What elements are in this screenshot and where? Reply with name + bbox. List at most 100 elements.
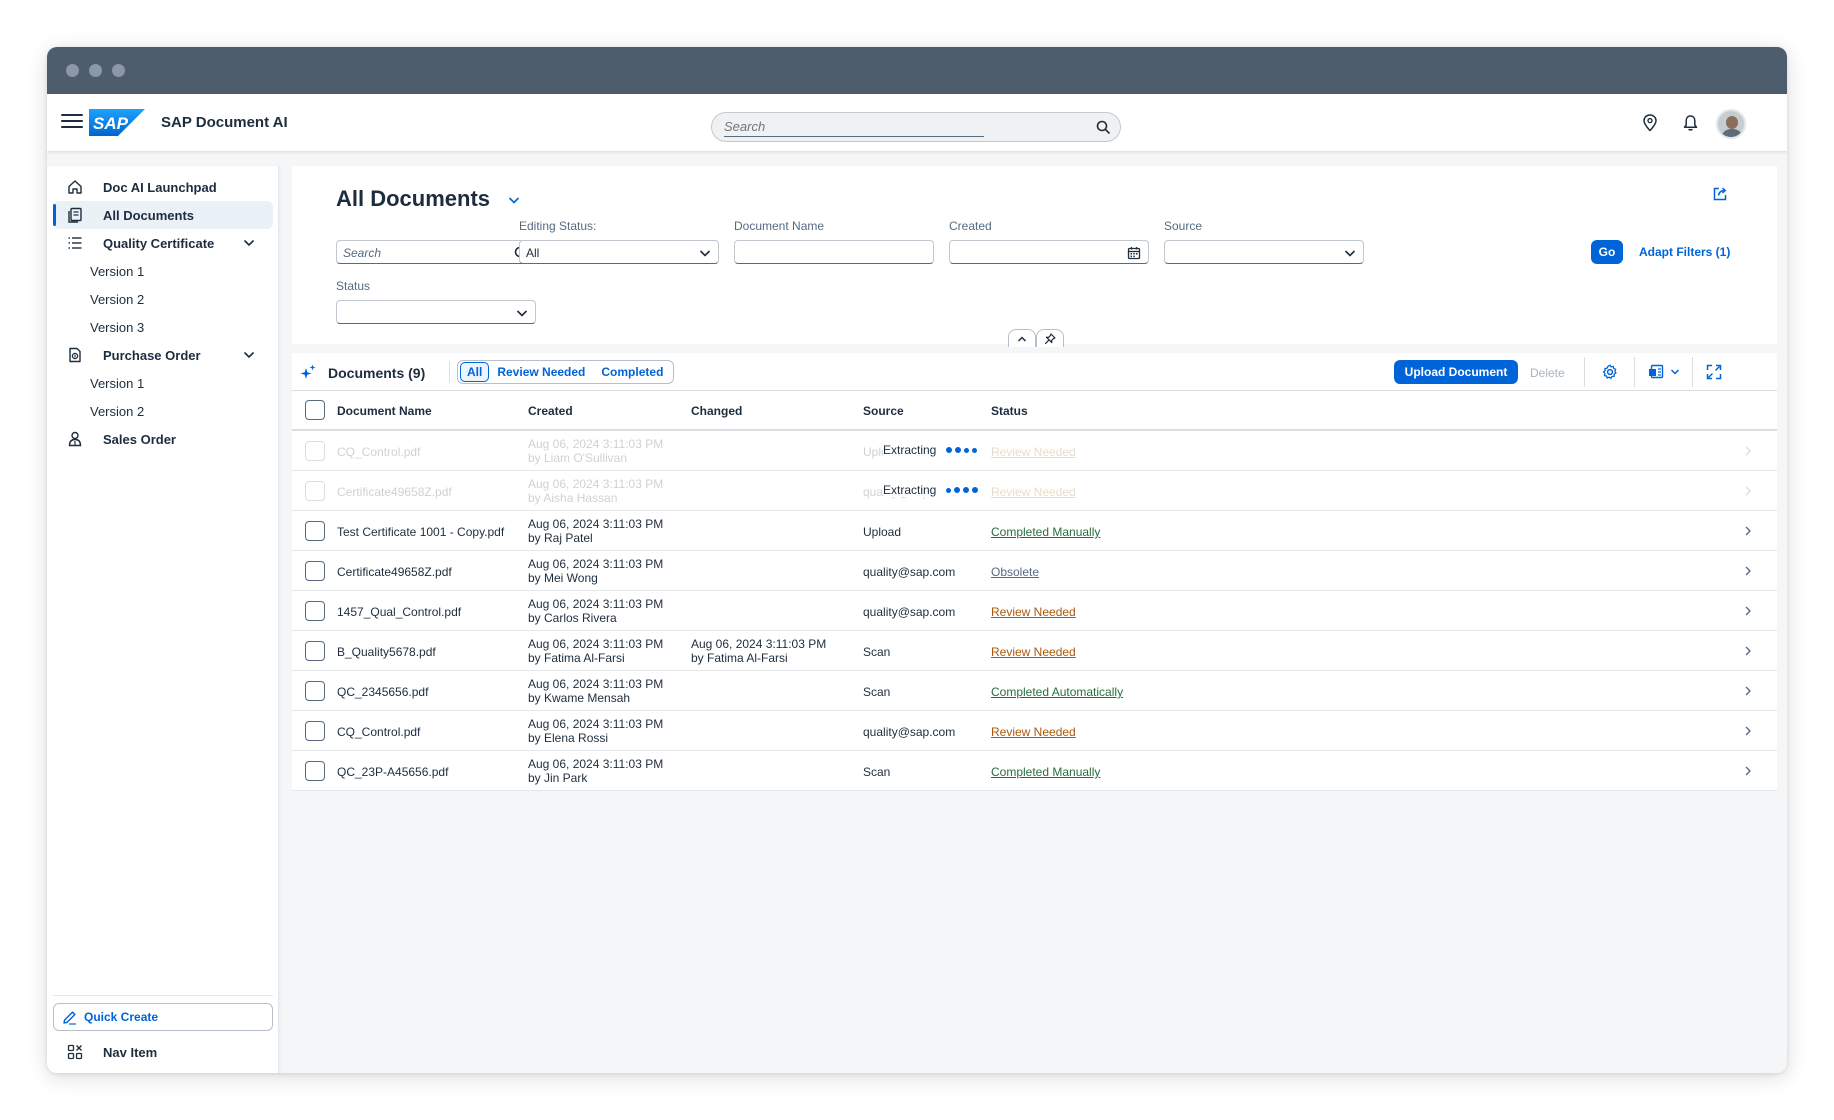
row-checkbox[interactable] (305, 641, 325, 661)
status-link[interactable]: Completed Automatically (991, 685, 1123, 699)
quick-create-button[interactable]: Quick Create (53, 1003, 273, 1031)
nav-item-po-version-1[interactable]: Version 1 (47, 369, 279, 397)
created-date-cell: Aug 06, 2024 3:11:03 PM (528, 477, 664, 491)
column-header-created[interactable]: Created (528, 404, 573, 418)
nav-item-doc-ai-launchpad[interactable]: Doc AI Launchpad (47, 173, 279, 201)
column-header-status[interactable]: Status (991, 404, 1028, 418)
nav-item-purchase-order[interactable]: Purchase Order (47, 341, 279, 369)
table-row[interactable]: Test Certificate 1001 - Copy.pdf Aug 06, … (292, 511, 1777, 551)
nav-item-nav-item[interactable]: Nav Item (47, 1038, 279, 1066)
status-link[interactable]: Review Needed (991, 485, 1076, 499)
row-checkbox[interactable] (305, 761, 325, 781)
chevron-right-icon[interactable] (1744, 525, 1752, 537)
user-avatar[interactable] (1716, 109, 1746, 139)
status-link[interactable]: Completed Manually (991, 765, 1100, 779)
table-row[interactable]: QC_23P-A45656.pdf Aug 06, 2024 3:11:03 PM… (292, 751, 1777, 791)
share-icon[interactable] (1712, 186, 1728, 202)
source-select[interactable] (1164, 240, 1364, 264)
chevron-down-icon[interactable] (1670, 368, 1680, 376)
collapse-header-button[interactable] (1008, 329, 1036, 347)
column-header-changed[interactable]: Changed (691, 404, 742, 418)
column-header-document-name[interactable]: Document Name (337, 404, 432, 418)
export-spreadsheet-icon[interactable] (1648, 364, 1664, 380)
chevron-right-icon[interactable] (1744, 445, 1752, 457)
menu-icon[interactable] (61, 110, 83, 134)
table-row[interactable]: Certificate49658Z.pdf Aug 06, 2024 3:11:0… (292, 471, 1777, 511)
shell-search-field[interactable] (711, 112, 1121, 142)
table-row[interactable]: QC_2345656.pdf Aug 06, 2024 3:11:03 PM by … (292, 671, 1777, 711)
status-link[interactable]: Completed Manually (991, 525, 1100, 539)
row-checkbox[interactable] (305, 561, 325, 581)
chevron-right-icon[interactable] (1744, 685, 1752, 697)
created-date-input[interactable] (949, 240, 1149, 264)
notification-bell-icon[interactable] (1683, 114, 1698, 132)
shell-search-input[interactable] (724, 117, 984, 137)
table-row[interactable]: Certificate49658Z.pdf Aug 06, 2024 3:11:0… (292, 551, 1777, 591)
nav-item-qc-version-2[interactable]: Version 2 (47, 285, 279, 313)
window-close-dot[interactable] (66, 64, 79, 77)
segment-completed[interactable]: Completed (593, 362, 671, 382)
nav-item-quality-certificate[interactable]: Quality Certificate (47, 229, 279, 257)
table-row[interactable]: B_Quality5678.pdf Aug 06, 2024 3:11:03 PM… (292, 631, 1777, 671)
nav-item-qc-version-1[interactable]: Version 1 (47, 257, 279, 285)
document-name-input[interactable] (734, 240, 934, 264)
table-row[interactable]: CQ_Control.pdf Aug 06, 2024 3:11:03 PM by … (292, 711, 1777, 751)
adapt-filters-button[interactable]: Adapt Filters (1) (1639, 245, 1730, 259)
fullscreen-icon[interactable] (1706, 364, 1722, 380)
nav-item-po-version-2[interactable]: Version 2 (47, 397, 279, 425)
status-link[interactable]: Review Needed (991, 645, 1076, 659)
status-link[interactable]: Review Needed (991, 445, 1076, 459)
filter-search-input[interactable]: Search (336, 240, 536, 264)
chevron-right-icon[interactable] (1744, 765, 1752, 777)
status-cell: Completed Automatically (991, 685, 1123, 699)
purchase-order-icon (69, 347, 81, 363)
row-checkbox[interactable] (305, 601, 325, 621)
chevron-right-icon[interactable] (1744, 565, 1752, 577)
table-row[interactable]: CQ_Control.pdf Aug 06, 2024 3:11:03 PM by … (292, 431, 1777, 471)
extracting-label: Extracting (883, 443, 937, 457)
status-cell: Review Needed (991, 725, 1076, 739)
search-icon[interactable] (1096, 120, 1110, 134)
table-row[interactable]: 1457_Qual_Control.pdf Aug 06, 2024 3:11:0… (292, 591, 1777, 631)
window-maximize-dot[interactable] (112, 64, 125, 77)
nav-label: Version 1 (90, 263, 145, 279)
select-all-checkbox[interactable] (305, 400, 325, 420)
chevron-up-icon (1017, 335, 1027, 342)
nav-item-sales-order[interactable]: Sales Order (47, 425, 279, 453)
chevron-right-icon[interactable] (1744, 725, 1752, 737)
chevron-right-icon[interactable] (1744, 645, 1752, 657)
status-select[interactable] (336, 300, 536, 324)
segment-review-needed[interactable]: Review Needed (489, 362, 593, 382)
settings-gear-icon[interactable] (1602, 364, 1618, 380)
status-link[interactable]: Review Needed (991, 725, 1076, 739)
row-checkbox[interactable] (305, 521, 325, 541)
row-checkbox[interactable] (305, 441, 325, 461)
row-checkbox[interactable] (305, 681, 325, 701)
chevron-down-icon[interactable] (243, 350, 255, 360)
status-link[interactable]: Obsolete (991, 565, 1039, 579)
extracting-indicator: Extracting (883, 483, 979, 497)
nav-item-all-documents[interactable]: All Documents (47, 201, 279, 229)
upload-document-button[interactable]: Upload Document (1394, 360, 1518, 384)
calendar-icon[interactable] (1127, 246, 1141, 260)
row-checkbox[interactable] (305, 721, 325, 741)
nav-label: Quality Certificate (103, 235, 215, 251)
pin-header-button[interactable] (1036, 329, 1064, 347)
nav-item-qc-version-3[interactable]: Version 3 (47, 313, 279, 341)
chevron-right-icon[interactable] (1744, 485, 1752, 497)
location-pin-icon[interactable] (1642, 114, 1658, 132)
chevron-down-icon[interactable] (508, 196, 520, 205)
chevron-right-icon[interactable] (1744, 605, 1752, 617)
segment-all[interactable]: All (460, 362, 490, 382)
status-link[interactable]: Review Needed (991, 605, 1076, 619)
chevron-down-icon[interactable] (243, 238, 255, 248)
go-button[interactable]: Go (1591, 240, 1623, 264)
column-header-source[interactable]: Source (863, 404, 904, 418)
window-minimize-dot[interactable] (89, 64, 102, 77)
row-checkbox[interactable] (305, 481, 325, 501)
created-by-cell: by Elena Rossi (528, 731, 609, 745)
delete-button[interactable]: Delete (1530, 366, 1565, 380)
editing-status-select[interactable]: All (519, 240, 719, 264)
document-name-cell: CQ_Control.pdf (337, 445, 421, 459)
changed-date-cell: Aug 06, 2024 3:11:03 PM (691, 637, 827, 651)
